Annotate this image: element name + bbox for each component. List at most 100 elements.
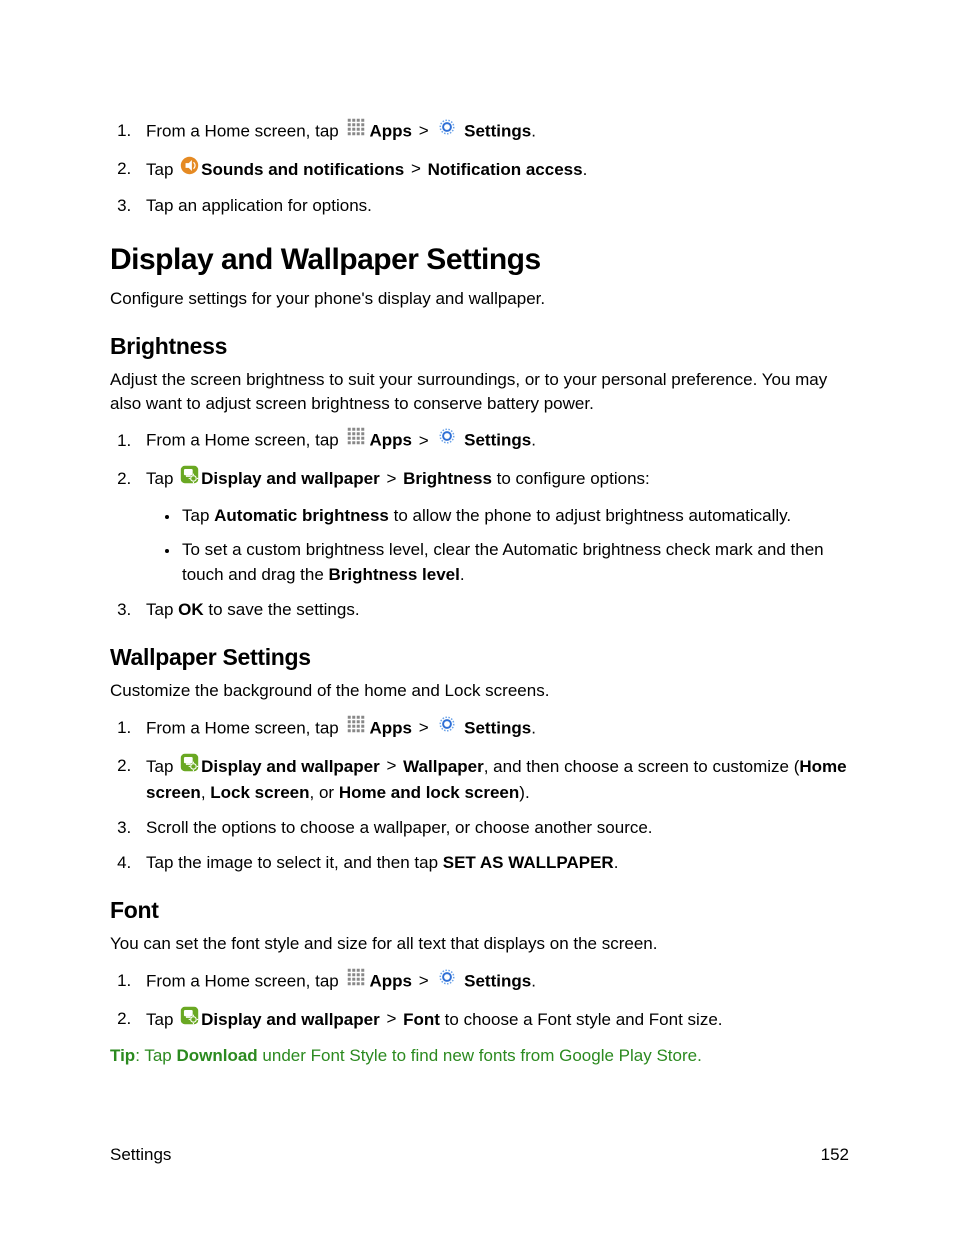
display-wallpaper-label: Display and wallpaper [201,1009,380,1028]
settings-label: Settings [464,971,531,990]
breadcrumb-separator: > [411,159,421,178]
settings-label: Settings [464,718,531,737]
home-lock-screen-label: Home and lock screen [339,783,519,802]
settings-label: Settings [464,431,531,450]
breadcrumb-separator: > [419,121,429,140]
step-item: Tap Display and wallpaper > Wallpaper, a… [136,753,849,806]
breadcrumb-separator: > [419,431,429,450]
step-item: From a Home screen, tap Apps > Settings. [136,427,849,455]
step-text: From a Home screen, tap [146,431,339,450]
substep-item: Tap Automatic brightness to allow the ph… [180,504,849,529]
brightness-steps-list: From a Home screen, tap Apps > Settings.… [110,427,849,622]
section-heading: Display and Wallpaper Settings [110,243,849,277]
auto-brightness-label: Automatic brightness [214,506,389,525]
display-icon [180,465,199,492]
sounds-icon [180,156,199,183]
wallpaper-steps-list: From a Home screen, tap Apps > Settings.… [110,715,849,875]
top-steps-list: From a Home screen, tap Apps > Settings.… [110,118,849,219]
step-text: Tap [146,469,173,488]
period: . [614,853,619,872]
period: . [531,971,536,990]
tip-label: Tip [110,1046,135,1065]
comma: , [201,783,210,802]
step-suffix: to choose a Font style and Font size. [440,1009,723,1028]
substep-item: To set a custom brightness level, clear … [180,538,849,587]
step-text: From a Home screen, tap [146,718,339,737]
subsection-intro: You can set the font style and size for … [110,932,849,956]
footer-page-number: 152 [821,1145,849,1165]
step-text: From a Home screen, tap [146,971,339,990]
step-item: Tap Sounds and notifications > Notificat… [136,156,849,185]
brightness-label: Brightness [403,469,492,488]
end: ). [519,783,529,802]
step-text: Tap [146,159,173,178]
period: . [460,565,465,584]
display-icon [180,1006,199,1033]
breadcrumb-separator: > [386,469,396,488]
step-text: Tap an application for options. [146,196,372,215]
breadcrumb-separator: > [386,756,396,775]
tip-rest: under Font Style to find new fonts from … [258,1046,702,1065]
apps-grid-icon [345,118,367,144]
notification-access-label: Notification access [428,159,583,178]
display-wallpaper-label: Display and wallpaper [201,469,380,488]
download-label: Download [176,1046,257,1065]
settings-gear-icon [437,715,457,741]
period: . [531,431,536,450]
step-text: From a Home screen, tap [146,121,339,140]
step-text: Tap [146,1009,173,1028]
subsection-heading: Wallpaper Settings [110,644,849,671]
step-item: Tap an application for options. [136,194,849,219]
footer-section-label: Settings [110,1145,171,1165]
substep-text: Tap [182,506,214,525]
tip-line: Tip: Tap Download under Font Style to fi… [110,1044,849,1068]
step-suffix: to save the settings. [204,600,360,619]
settings-gear-icon [437,968,457,994]
ok-label: OK [178,600,204,619]
substep-text: To set a custom brightness level, clear … [182,540,824,584]
font-label: Font [403,1009,440,1028]
subsection-intro: Adjust the screen brightness to suit you… [110,368,849,416]
step-text: Tap [146,756,173,775]
step-text: Tap [146,600,178,619]
set-wallpaper-label: SET AS WALLPAPER [443,853,614,872]
breadcrumb-separator: > [386,1009,396,1028]
apps-grid-icon [345,427,367,453]
period: . [531,121,536,140]
step-item: Tap Display and wallpaper > Font to choo… [136,1006,849,1035]
brightness-substeps: Tap Automatic brightness to allow the ph… [146,504,849,588]
section-intro: Configure settings for your phone's disp… [110,287,849,311]
subsection-heading: Font [110,897,849,924]
step-item: From a Home screen, tap Apps > Settings. [136,118,849,146]
wallpaper-label: Wallpaper [403,756,484,775]
subsection-intro: Customize the background of the home and… [110,679,849,703]
period: . [583,159,588,178]
apps-grid-icon [345,715,367,741]
step-text: Scroll the options to choose a wallpaper… [146,818,653,837]
substep-suffix: to allow the phone to adjust brightness … [389,506,791,525]
step-item: From a Home screen, tap Apps > Settings. [136,968,849,996]
apps-label: Apps [369,718,412,737]
comma: , or [310,783,339,802]
apps-label: Apps [369,431,412,450]
settings-gear-icon [437,118,457,144]
step-item: Scroll the options to choose a wallpaper… [136,816,849,841]
page-footer: Settings 152 [110,1145,849,1165]
apps-label: Apps [369,121,412,140]
apps-grid-icon [345,968,367,994]
breadcrumb-separator: > [419,718,429,737]
step-item: From a Home screen, tap Apps > Settings. [136,715,849,743]
display-wallpaper-label: Display and wallpaper [201,756,380,775]
breadcrumb-separator: > [419,971,429,990]
display-icon [180,753,199,780]
brightness-level-label: Brightness level [329,565,460,584]
settings-label: Settings [464,121,531,140]
step-suffix: to configure options: [492,469,650,488]
step-text: Tap the image to select it, and then tap [146,853,443,872]
apps-label: Apps [369,971,412,990]
step-mid: , and then choose a screen to customize … [484,756,800,775]
lock-screen-label: Lock screen [210,783,309,802]
tip-colon: : Tap [135,1046,176,1065]
settings-gear-icon [437,427,457,453]
sounds-label: Sounds and notifications [201,159,404,178]
